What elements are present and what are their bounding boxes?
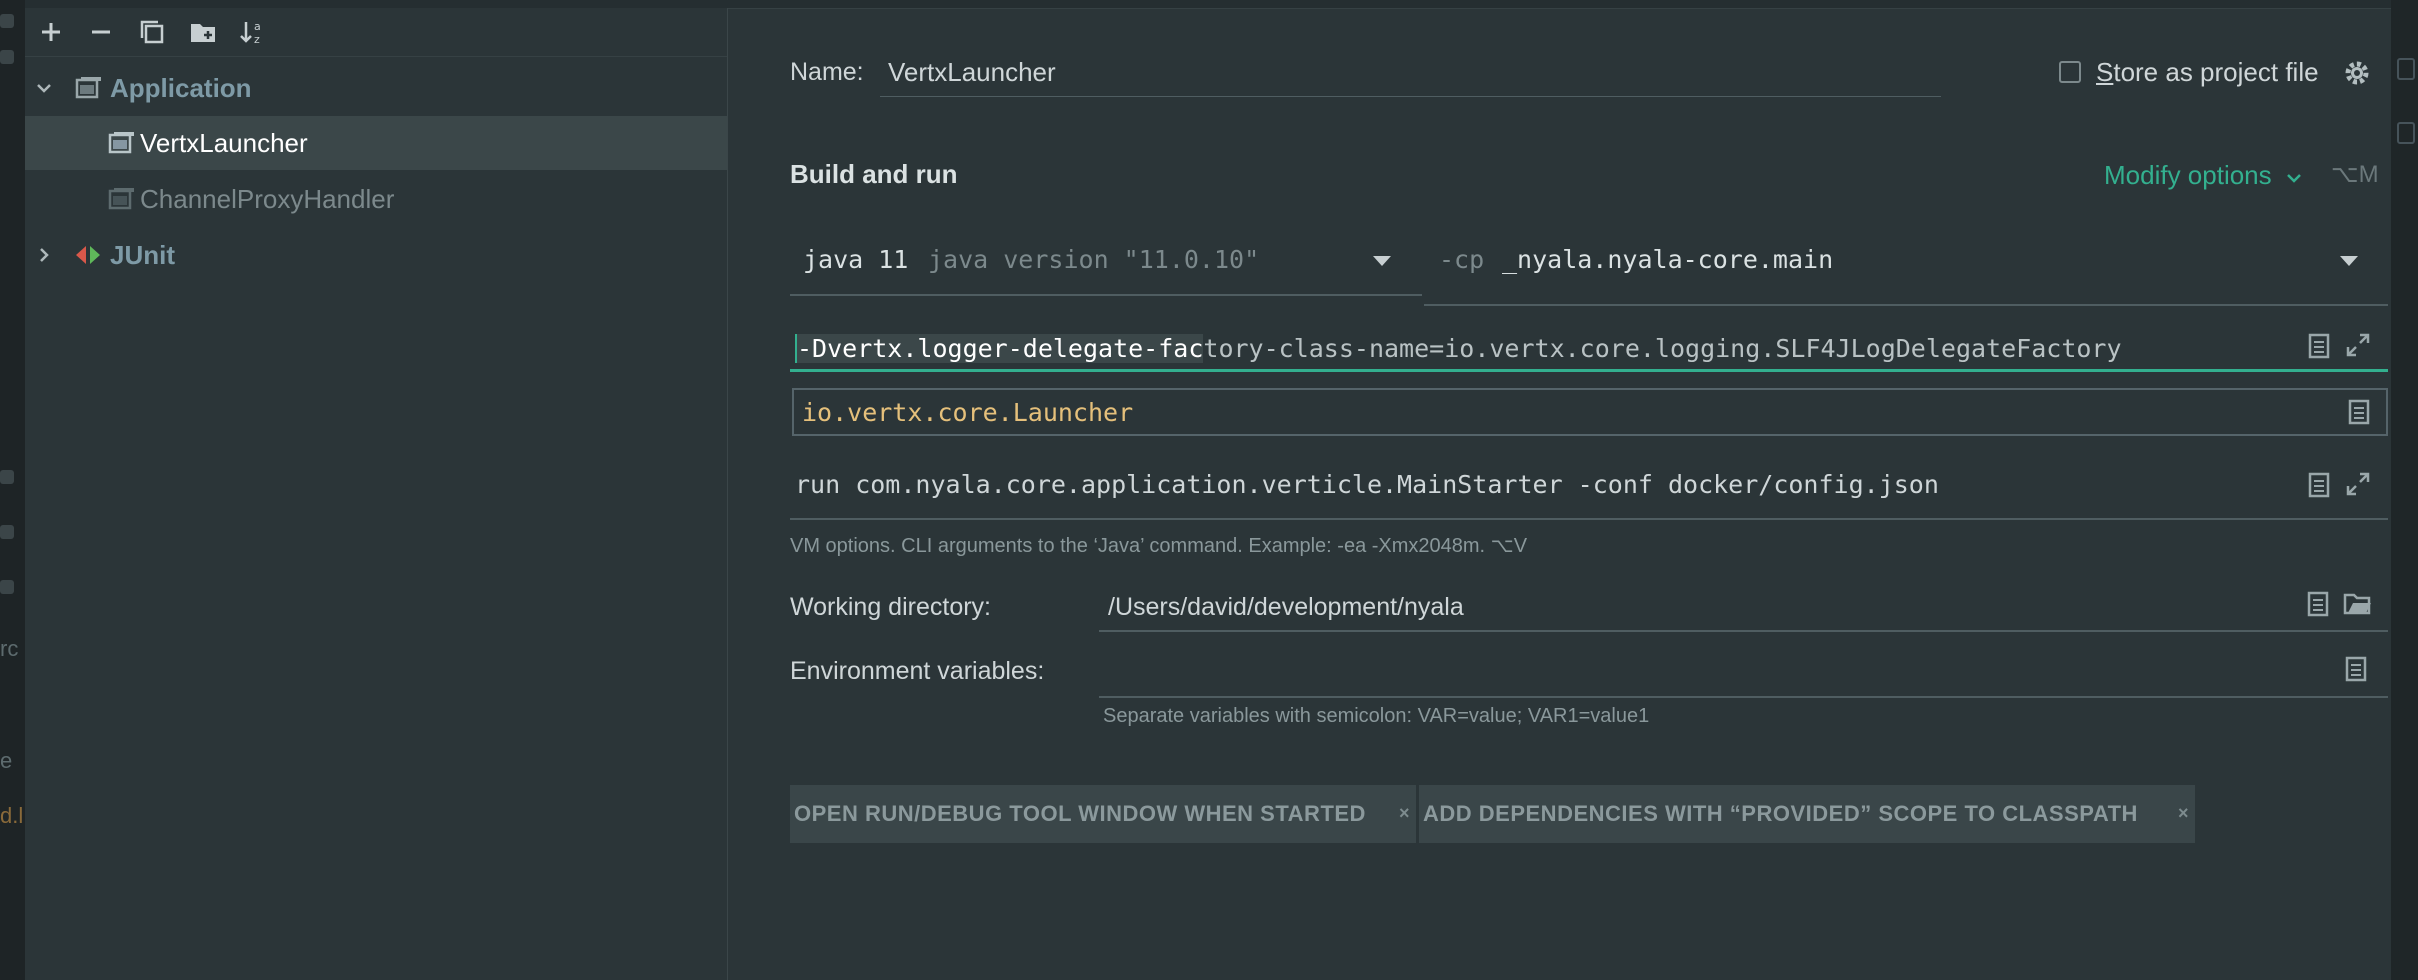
classpath-module-dropdown[interactable]: -cp _nyala.nyala-core.main: [1424, 230, 2388, 306]
tree-item-channelproxyhandler[interactable]: ChannelProxyHandler: [25, 172, 727, 226]
jre-dropdown[interactable]: java 11 java version "11.0.10": [790, 230, 1422, 296]
background-editor-right-edge: [2391, 0, 2418, 980]
clipboard-icon[interactable]: [2347, 399, 2375, 427]
clipboard-icon[interactable]: [2307, 472, 2335, 500]
tree-group-label: Application: [110, 72, 252, 103]
gutter-icon: [0, 580, 14, 594]
environment-variables-input[interactable]: [1099, 642, 2388, 698]
gutter-icon: [0, 525, 14, 539]
close-icon[interactable]: ×: [2178, 803, 2189, 824]
vm-options-selection: -Dvertx.logger-delegate-fac: [795, 334, 1204, 363]
option-chip-label: OPEN RUN/DEBUG TOOL WINDOW WHEN STARTED: [794, 801, 1366, 826]
clipboard-icon[interactable]: [2307, 333, 2335, 361]
store-mnemonic: S: [2096, 57, 2114, 87]
vm-options-input[interactable]: -Dvertx.logger-delegate-factory-class-na…: [790, 320, 2388, 372]
gutter-text: rc: [0, 636, 19, 661]
sort-icon[interactable]: az: [239, 18, 267, 46]
vm-options-text: -Dvertx.logger-delegate-factory-class-na…: [795, 334, 2122, 363]
add-icon[interactable]: [37, 18, 65, 46]
working-directory-label: Working directory:: [790, 593, 991, 621]
modify-options-shortcut: ⌥M: [2331, 161, 2379, 188]
jre-version: java version "11.0.10": [928, 245, 1260, 274]
option-chip-open-tool-window[interactable]: OPEN RUN/DEBUG TOOL WINDOW WHEN STARTED …: [790, 785, 1416, 843]
store-as-project-checkbox[interactable]: [2059, 61, 2081, 83]
expand-icon[interactable]: [2346, 472, 2374, 500]
vm-options-hint: VM options. CLI arguments to the ‘Java’ …: [790, 535, 1528, 557]
main-class-input[interactable]: io.vertx.core.Launcher: [792, 388, 2388, 436]
remove-icon[interactable]: [87, 18, 115, 46]
chevron-right-icon: [40, 248, 49, 262]
tree-item-label: ChannelProxyHandler: [140, 183, 395, 214]
classpath-flag: -cp: [1439, 245, 1485, 274]
main-class-value: io.vertx.core.Launcher: [802, 398, 1134, 427]
close-icon[interactable]: ×: [1399, 803, 1410, 824]
configuration-form: Name: VertxLauncher Store as project fil…: [727, 8, 2391, 980]
program-arguments-value: run com.nyala.core.application.verticle.…: [795, 470, 1939, 499]
dropdown-arrow-icon: [1373, 256, 1391, 266]
modify-options-link[interactable]: Modify options: [2104, 160, 2272, 191]
clipboard-icon[interactable]: [2306, 591, 2334, 619]
tree-group-label: JUnit: [110, 239, 175, 270]
environment-variables-label: Environment variables:: [790, 657, 1045, 685]
environment-variables-hint: Separate variables with semicolon: VAR=v…: [1103, 705, 1650, 727]
build-and-run-heading: Build and run: [790, 159, 958, 189]
tree-item-label: VertxLauncher: [140, 127, 308, 158]
folder-icon[interactable]: [2343, 591, 2371, 619]
configuration-tree-panel: az Application VertxLauncher ChannelProx…: [25, 8, 728, 980]
working-directory-input[interactable]: /Users/david/development/nyala: [1099, 578, 2388, 632]
chevron-down-icon: [2287, 174, 2301, 183]
gear-icon[interactable]: [2343, 59, 2371, 87]
copy-icon[interactable]: [138, 18, 166, 46]
dropdown-arrow-icon: [2340, 256, 2358, 266]
gutter-text: d.l: [0, 803, 24, 828]
gutter-text: e: [0, 748, 13, 773]
svg-text:a: a: [254, 20, 261, 33]
name-input[interactable]: VertxLauncher: [888, 57, 1056, 88]
program-arguments-input[interactable]: run com.nyala.core.application.verticle.…: [790, 460, 2388, 520]
new-folder-icon[interactable]: [189, 18, 217, 46]
junit-icon: [76, 246, 100, 264]
tree-item-vertxlauncher[interactable]: VertxLauncher: [25, 116, 727, 170]
chevron-down-icon: [37, 84, 51, 93]
application-config-icon: [108, 132, 134, 154]
edge-icon: [2397, 58, 2415, 80]
expand-icon[interactable]: [2346, 333, 2374, 361]
name-label: Name:: [790, 58, 864, 86]
name-input-underline: [880, 96, 1941, 97]
gutter-icon: [0, 14, 14, 28]
background-editor-gutter: rc e d.l: [0, 0, 25, 980]
vm-options-rest: tory-class-name=io.vertx.core.logging.SL…: [1203, 334, 2122, 363]
store-label-text: tore as project file: [2113, 57, 2319, 87]
run-configuration-dialog: az Application VertxLauncher ChannelProx…: [25, 0, 2418, 980]
tree-toolbar: az: [25, 8, 727, 57]
classpath-module: _nyala.nyala-core.main: [1502, 245, 1834, 274]
svg-text:z: z: [254, 33, 260, 45]
clipboard-icon[interactable]: [2344, 656, 2372, 684]
option-chip-label: ADD DEPENDENCIES WITH “PROVIDED” SCOPE T…: [1423, 801, 2138, 826]
store-as-project-label[interactable]: Store as project file: [2096, 57, 2319, 88]
working-directory-value: /Users/david/development/nyala: [1108, 593, 1464, 621]
tree-group-application[interactable]: Application: [25, 61, 727, 115]
jre-name: java 11: [803, 245, 909, 274]
tree-group-junit[interactable]: JUnit: [25, 228, 727, 282]
gutter-icon: [0, 50, 14, 64]
option-chip-provided-scope[interactable]: ADD DEPENDENCIES WITH “PROVIDED” SCOPE T…: [1419, 785, 2195, 843]
edge-icon: [2397, 122, 2415, 144]
gutter-icon: [0, 470, 14, 484]
application-config-icon: [108, 188, 134, 210]
application-config-icon: [75, 77, 101, 99]
